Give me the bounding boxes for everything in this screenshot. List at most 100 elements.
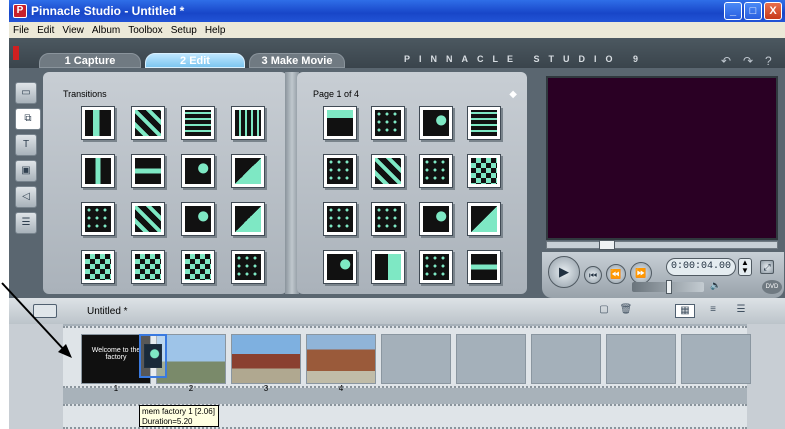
scrubber-handle[interactable] bbox=[599, 240, 615, 250]
titles-tab[interactable]: T bbox=[15, 134, 37, 156]
scrubber-bar[interactable] bbox=[546, 240, 778, 250]
transition-thumb[interactable] bbox=[419, 106, 453, 140]
empty-slot[interactable] bbox=[531, 334, 601, 384]
clip-number: 4 bbox=[338, 384, 344, 393]
transition-thumb[interactable] bbox=[467, 250, 501, 284]
clip-number: 3 bbox=[263, 384, 269, 393]
transition-thumb[interactable] bbox=[131, 250, 165, 284]
timecode-display[interactable]: 0:00:04.00 bbox=[666, 258, 736, 276]
maximize-button[interactable]: □ bbox=[744, 2, 762, 20]
menu-setup[interactable]: Setup bbox=[167, 25, 201, 36]
storyboard-clip[interactable] bbox=[231, 334, 301, 384]
undo-icon[interactable]: ↶ bbox=[721, 54, 731, 68]
transition-thumb[interactable] bbox=[81, 154, 115, 188]
transitions-tab[interactable]: ⧉ bbox=[15, 108, 41, 130]
redo-icon[interactable]: ↷ bbox=[743, 54, 753, 68]
fullscreen-icon[interactable]: ⤢ bbox=[760, 260, 774, 274]
transition-thumb[interactable] bbox=[231, 202, 265, 236]
empty-slot[interactable] bbox=[456, 334, 526, 384]
transition-thumb[interactable] bbox=[371, 154, 405, 188]
transition-thumb[interactable] bbox=[323, 250, 357, 284]
transition-thumb[interactable] bbox=[131, 154, 165, 188]
go-to-start-button[interactable]: ⏮ bbox=[584, 266, 602, 284]
app-icon: P bbox=[13, 4, 27, 18]
transition-thumb[interactable] bbox=[81, 202, 115, 236]
transition-thumb[interactable] bbox=[419, 250, 453, 284]
menu-toolbox[interactable]: Toolbox bbox=[124, 25, 166, 36]
transition-thumb[interactable] bbox=[131, 106, 165, 140]
empty-slot[interactable] bbox=[606, 334, 676, 384]
transition-grid-left bbox=[81, 106, 269, 290]
sound-effects-tab[interactable]: ◁ bbox=[15, 186, 37, 208]
next-page-icon[interactable]: ◆ bbox=[509, 89, 517, 100]
page-indicator: Page 1 of 4 bbox=[313, 89, 360, 99]
fast-forward-button[interactable]: ⏩ bbox=[630, 262, 652, 284]
clip-number: 1 bbox=[113, 384, 119, 393]
menus-tab[interactable]: ☰ bbox=[15, 212, 37, 234]
brand-label: PINNACLE STUDIO 9 bbox=[404, 54, 648, 64]
transition-thumb[interactable] bbox=[181, 250, 215, 284]
transition-thumb[interactable] bbox=[231, 106, 265, 140]
tooltip-line-2: Duration=5.20 bbox=[142, 417, 193, 426]
transition-thumb[interactable] bbox=[467, 154, 501, 188]
play-button[interactable]: ▶ bbox=[548, 256, 580, 288]
transition-thumb[interactable] bbox=[81, 250, 115, 284]
photos-tab[interactable]: ▣ bbox=[15, 160, 37, 182]
transition-thumb[interactable] bbox=[323, 106, 357, 140]
transition-thumb[interactable] bbox=[467, 202, 501, 236]
menu-help[interactable]: Help bbox=[201, 25, 230, 36]
close-button[interactable]: X bbox=[764, 2, 782, 20]
storyboard-view-icon[interactable]: ▦ bbox=[675, 304, 695, 318]
empty-slot[interactable] bbox=[381, 334, 451, 384]
timeline-view-icon[interactable]: ≡ bbox=[703, 304, 723, 318]
menu-bar: File Edit View Album Toolbox Setup Help bbox=[9, 22, 785, 38]
help-icon[interactable]: ? bbox=[765, 54, 772, 68]
empty-slot[interactable] bbox=[681, 334, 751, 384]
transition-thumb[interactable] bbox=[131, 202, 165, 236]
clip-caption: Welcome to the factory bbox=[91, 347, 141, 361]
album-panel: ▭ ⧉ T ▣ ◁ ☰ Transitions Page 1 of 4 ◆ bbox=[9, 68, 536, 298]
rewind-button[interactable]: ⏪ bbox=[606, 264, 626, 284]
dvd-icon[interactable]: DVD bbox=[762, 280, 782, 294]
minimize-button[interactable]: _ bbox=[724, 2, 742, 20]
transition-thumb[interactable] bbox=[323, 202, 357, 236]
volume-handle[interactable] bbox=[666, 280, 672, 294]
trash-icon[interactable]: 🗑 bbox=[619, 304, 633, 318]
camera-icon[interactable] bbox=[33, 304, 57, 318]
transition-thumb[interactable] bbox=[371, 250, 405, 284]
transition-thumb[interactable] bbox=[371, 106, 405, 140]
speaker-icon: 🔈 bbox=[710, 280, 722, 290]
transition-grid-right bbox=[323, 106, 505, 290]
album-left-page: Transitions bbox=[43, 72, 287, 294]
transition-thumb[interactable] bbox=[181, 154, 215, 188]
menu-album[interactable]: Album bbox=[88, 25, 124, 36]
tab-make-movie[interactable]: 3 Make Movie bbox=[249, 53, 345, 68]
pinnacle-logo bbox=[13, 46, 19, 60]
movie-window-header: Untitled * ▢ 🗑 ▦ ≡ ☰ bbox=[9, 298, 785, 324]
menu-edit[interactable]: Edit bbox=[33, 25, 58, 36]
video-scenes-tab[interactable]: ▭ bbox=[15, 82, 37, 104]
transition-thumb[interactable] bbox=[323, 154, 357, 188]
transition-thumb[interactable] bbox=[81, 106, 115, 140]
text-view-icon[interactable]: ☰ bbox=[731, 304, 751, 318]
pinnacle-studio-window: P Pinnacle Studio - Untitled * _ □ X Fil… bbox=[9, 0, 785, 429]
transition-thumb[interactable] bbox=[181, 106, 215, 140]
dragged-transition[interactable] bbox=[139, 334, 167, 378]
transition-thumb[interactable] bbox=[419, 202, 453, 236]
split-icon[interactable]: ▢ bbox=[597, 304, 611, 318]
transition-thumb[interactable] bbox=[181, 202, 215, 236]
timecode-spinner[interactable]: ▲ ▼ bbox=[738, 258, 752, 276]
player-controls: ▶ ⏮ ⏪ ⏩ 0:00:04.00 ▲ ▼ ⤢ 🔈 DVD bbox=[542, 252, 784, 298]
tab-edit[interactable]: 2 Edit bbox=[145, 53, 245, 68]
transition-thumb[interactable] bbox=[231, 250, 265, 284]
storyboard-clip[interactable] bbox=[306, 334, 376, 384]
volume-slider[interactable] bbox=[632, 280, 704, 294]
transition-thumb[interactable] bbox=[419, 154, 453, 188]
tab-capture[interactable]: 1 Capture bbox=[39, 53, 141, 68]
transition-thumb[interactable] bbox=[467, 106, 501, 140]
menu-view[interactable]: View bbox=[58, 25, 88, 36]
transition-thumb[interactable] bbox=[231, 154, 265, 188]
menu-file[interactable]: File bbox=[9, 25, 33, 36]
transition-thumb[interactable] bbox=[371, 202, 405, 236]
window-title: Pinnacle Studio - Untitled * bbox=[31, 4, 185, 18]
